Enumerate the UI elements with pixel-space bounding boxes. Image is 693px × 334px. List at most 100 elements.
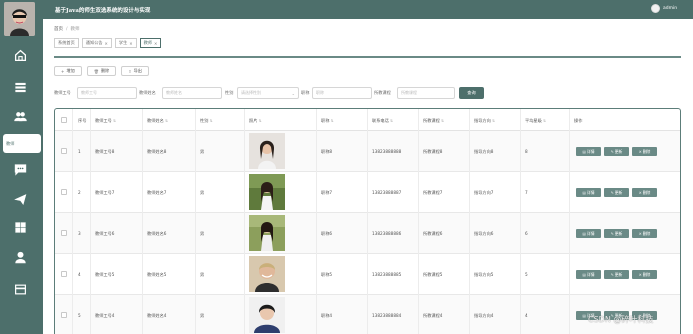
tab-notice[interactable]: 通知公告 ✕ bbox=[81, 38, 112, 48]
tab-home[interactable]: 系统首页 bbox=[54, 38, 79, 48]
close-icon[interactable]: ✕ bbox=[154, 41, 157, 46]
close-icon[interactable]: ✕ bbox=[105, 41, 108, 46]
col-phone[interactable]: 联系电话 ⇅ bbox=[372, 118, 393, 124]
sort-icon: ⇅ bbox=[390, 119, 394, 123]
col-photo[interactable]: 照片 ⇅ bbox=[249, 118, 262, 124]
detail-button[interactable]: ▤ 详情 bbox=[576, 147, 601, 156]
col-teacher-name[interactable]: 教师姓名 ⇅ bbox=[147, 118, 168, 124]
teacher-no-label: 教师工号 bbox=[54, 90, 71, 95]
course-input[interactable]: 所教课程 bbox=[397, 87, 455, 99]
edit-button[interactable]: ✎ 更新 bbox=[604, 188, 629, 197]
message-icon[interactable] bbox=[13, 162, 28, 177]
teacher-photo[interactable] bbox=[249, 256, 285, 292]
edit-button[interactable]: ✎ 更新 bbox=[604, 229, 629, 238]
col-gender[interactable]: 性别 ⇅ bbox=[200, 118, 213, 124]
teacher-photo[interactable] bbox=[249, 133, 285, 169]
col-direction[interactable]: 指导方向 ⇅ bbox=[474, 118, 495, 124]
col-index: 序号 bbox=[78, 118, 87, 123]
row-checkbox[interactable] bbox=[61, 148, 67, 154]
row-delete-button[interactable]: ✕ 删除 bbox=[632, 188, 657, 197]
teacher-photo[interactable] bbox=[249, 297, 285, 333]
row-gender: 男 bbox=[200, 231, 205, 236]
teacher-no-input[interactable]: 教师工号 bbox=[77, 87, 137, 99]
tab-teacher[interactable]: 教师 ✕ bbox=[139, 38, 162, 48]
row-index: 5 bbox=[78, 313, 81, 318]
col-teacher-no[interactable]: 教师工号 ⇅ bbox=[95, 118, 116, 124]
export-button[interactable]: ⇪ 导出 bbox=[121, 66, 149, 76]
breadcrumb: 首页 / 教师 bbox=[54, 27, 80, 32]
sort-icon: ⇅ bbox=[492, 119, 496, 123]
title-input[interactable]: 职称 bbox=[312, 87, 372, 99]
plus-icon: + bbox=[61, 68, 65, 74]
sort-icon: ⇅ bbox=[543, 119, 547, 123]
row-checkbox[interactable] bbox=[61, 271, 67, 277]
window-icon[interactable] bbox=[13, 282, 28, 297]
teacher-table: 序号 教师工号 ⇅ 教师姓名 ⇅ 性别 ⇅ 照片 ⇅ 职称 ⇅ 联系电话 ⇅ 所… bbox=[54, 108, 681, 334]
row-stars: 6 bbox=[525, 231, 528, 236]
row-teacher-name: 教师姓名8 bbox=[147, 149, 167, 154]
row-teacher-name: 教师姓名5 bbox=[147, 272, 167, 277]
profile-avatar[interactable] bbox=[4, 2, 35, 36]
action-toolbar: + 增加 🗑 删除 ⇪ 导出 bbox=[54, 66, 149, 76]
row-teacher-no: 教师工号6 bbox=[95, 231, 115, 236]
sort-icon: ⇅ bbox=[209, 119, 213, 123]
select-all-checkbox[interactable] bbox=[61, 117, 67, 123]
sidebar: 教师 bbox=[0, 0, 43, 334]
close-icon[interactable]: ✕ bbox=[129, 41, 132, 46]
top-header: 基于Java的师生双选系统的设计与实现 admin bbox=[0, 0, 693, 19]
trash-icon: 🗑 bbox=[93, 68, 99, 74]
row-index: 2 bbox=[78, 190, 81, 195]
detail-icon: ▤ bbox=[582, 272, 586, 277]
col-course[interactable]: 所教课程 ⇅ bbox=[423, 118, 444, 124]
row-title: 职称8 bbox=[321, 149, 333, 154]
row-delete-button[interactable]: ✕ 删除 bbox=[632, 270, 657, 279]
person-icon[interactable] bbox=[13, 250, 28, 265]
row-course: 所教课程7 bbox=[423, 190, 443, 195]
tab-student[interactable]: 学生 ✕ bbox=[114, 38, 137, 48]
edit-button[interactable]: ✎ 更新 bbox=[604, 147, 629, 156]
teacher-photo[interactable] bbox=[249, 215, 285, 251]
row-teacher-no: 教师工号5 bbox=[95, 272, 115, 277]
sidebar-item-teacher[interactable]: 教师 bbox=[3, 134, 41, 153]
col-title[interactable]: 职称 ⇅ bbox=[321, 118, 334, 124]
edit-button[interactable]: ✎ 更新 bbox=[604, 270, 629, 279]
row-index: 1 bbox=[78, 149, 81, 154]
col-actions: 操作 bbox=[574, 118, 583, 123]
edit-icon: ✎ bbox=[610, 190, 614, 195]
detail-button[interactable]: ▤ 详情 bbox=[576, 188, 601, 197]
tab-divider bbox=[54, 56, 681, 58]
breadcrumb-home[interactable]: 首页 bbox=[54, 27, 63, 32]
sort-icon: ⇅ bbox=[330, 119, 334, 123]
col-stars[interactable]: 平均星级 ⇅ bbox=[525, 118, 546, 124]
list-icon[interactable] bbox=[13, 80, 28, 95]
sort-icon: ⇅ bbox=[258, 119, 262, 123]
row-checkbox[interactable] bbox=[61, 189, 67, 195]
gender-select[interactable]: 请选择性别 ⌄ bbox=[237, 87, 299, 99]
search-button[interactable]: 查询 bbox=[459, 87, 484, 99]
send-icon[interactable] bbox=[13, 192, 28, 207]
row-teacher-name: 教师姓名6 bbox=[147, 231, 167, 236]
detail-button[interactable]: ▤ 详情 bbox=[576, 270, 601, 279]
row-teacher-no: 教师工号8 bbox=[95, 149, 115, 154]
edit-icon: ✎ bbox=[610, 149, 614, 154]
user-avatar[interactable] bbox=[651, 4, 660, 13]
user-name[interactable]: admin bbox=[663, 6, 677, 11]
add-button[interactable]: + 增加 bbox=[54, 66, 82, 76]
delete-button[interactable]: 🗑 删除 bbox=[86, 66, 117, 76]
detail-icon: ▤ bbox=[582, 231, 586, 236]
search-bar: 教师工号 教师工号 教师姓名 教师姓名 性别 请选择性别 ⌄ 职称 职称 所教课程… bbox=[54, 87, 684, 99]
teacher-name-input[interactable]: 教师姓名 bbox=[162, 87, 222, 99]
row-checkbox[interactable] bbox=[61, 312, 67, 318]
row-delete-button[interactable]: ✕ 删除 bbox=[632, 229, 657, 238]
row-delete-button[interactable]: ✕ 删除 bbox=[632, 147, 657, 156]
app-title: 基于Java的师生双选系统的设计与实现 bbox=[55, 8, 151, 14]
row-checkbox[interactable] bbox=[61, 230, 67, 236]
teacher-photo[interactable] bbox=[249, 174, 285, 210]
row-stars: 5 bbox=[525, 272, 528, 277]
grid-icon[interactable] bbox=[13, 220, 28, 235]
user-group-icon[interactable] bbox=[13, 109, 28, 124]
detail-icon: ▤ bbox=[582, 149, 586, 154]
sidebar-item-teacher-label: 教师 bbox=[6, 140, 15, 146]
detail-button[interactable]: ▤ 详情 bbox=[576, 229, 601, 238]
home-icon[interactable] bbox=[13, 48, 28, 63]
